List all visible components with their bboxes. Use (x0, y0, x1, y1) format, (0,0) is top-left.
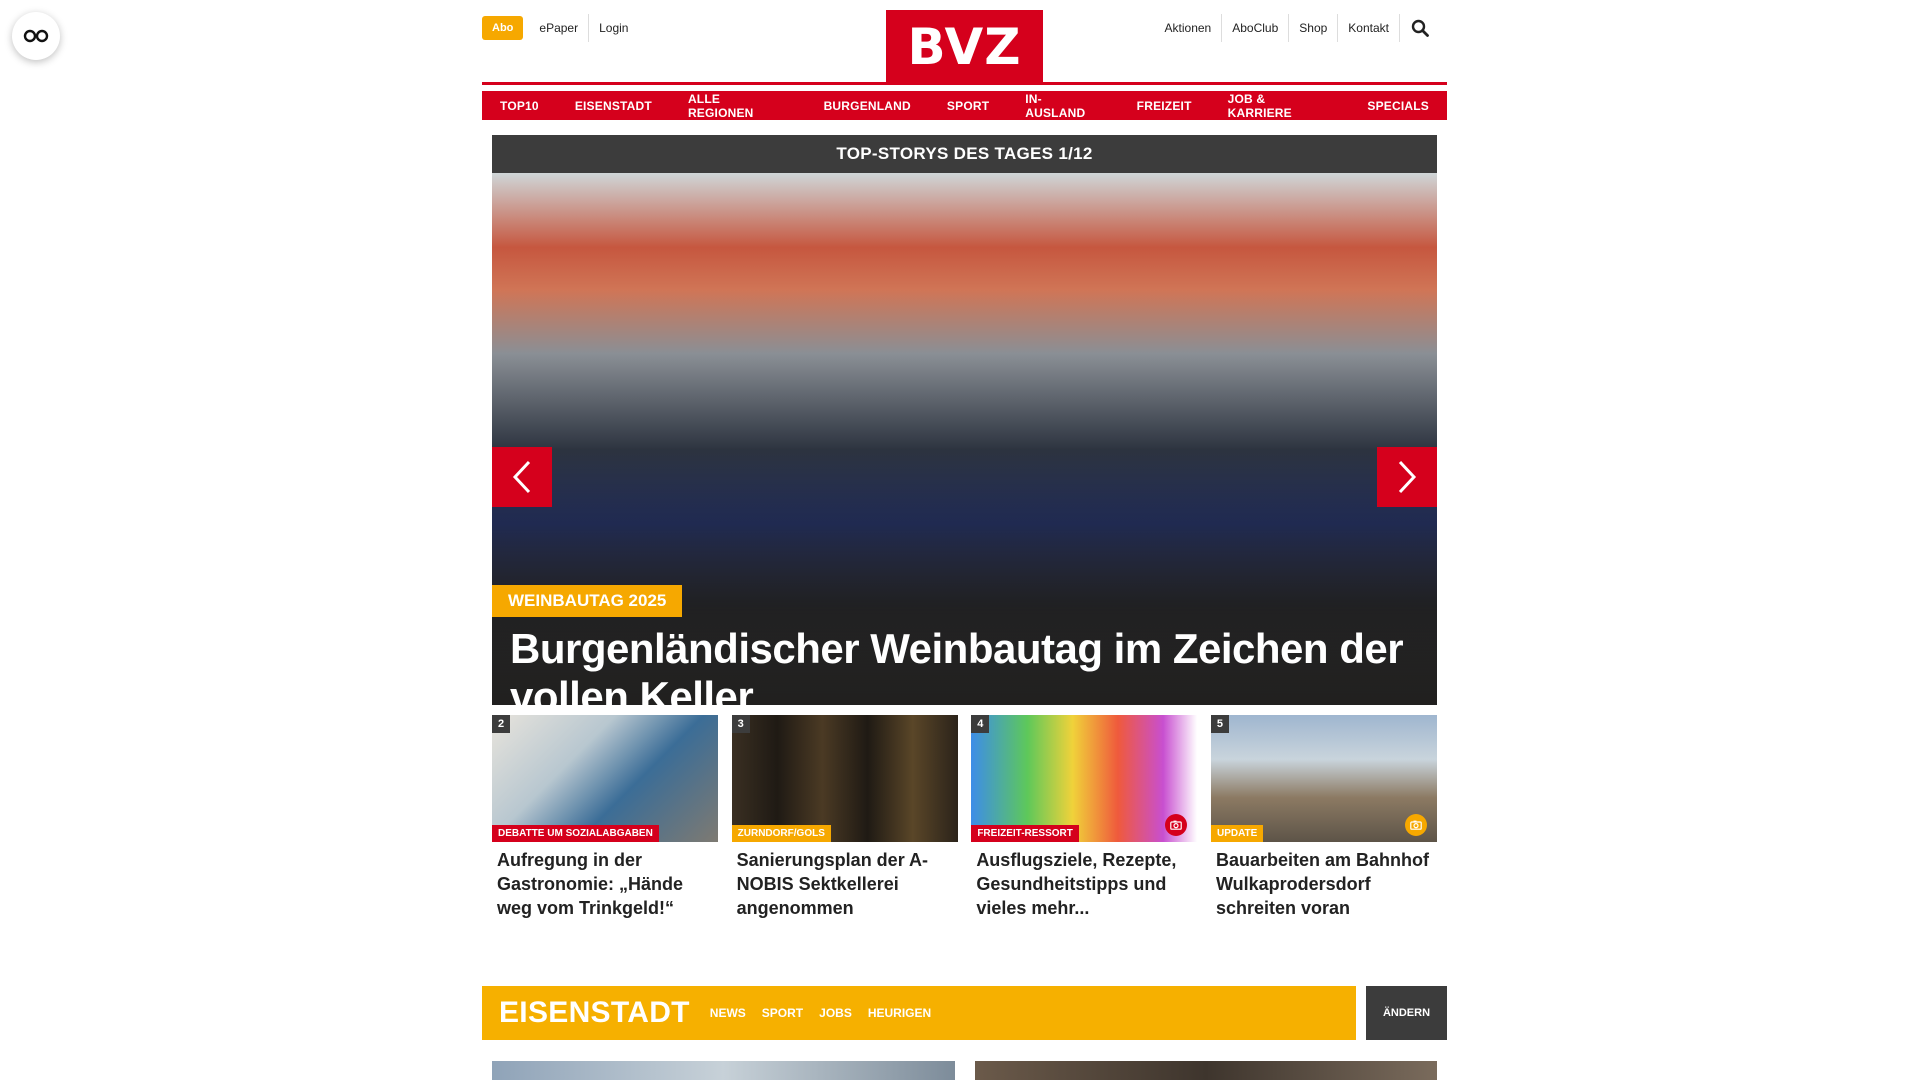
teaser-tag: UPDATE (1210, 825, 1264, 842)
teaser-card[interactable]: 3 ZURNDORF/GOLS Sanierungsplan der A-NOB… (731, 715, 958, 925)
epaper-link[interactable]: ePaper (529, 14, 588, 42)
teaser-card[interactable]: 4 FREIZEIT-RESSORT Ausflugsziele, Rezept… (971, 715, 1198, 925)
teaser-tag: ZURNDORF/GOLS (731, 825, 831, 842)
teaser-card[interactable]: 5 UPDATE Bauarbeiten am Bahnhof Wulkapro… (1210, 715, 1437, 925)
chevron-right-icon (1398, 460, 1417, 494)
teaser-number: 5 (1210, 715, 1229, 733)
header-right-links: Aktionen AboClub Shop Kontakt (1155, 14, 1434, 42)
teaser-title[interactable]: Bauarbeiten am Bahnhof Wulkaprodersdorf … (1216, 848, 1432, 920)
region-article-image[interactable] (492, 1061, 955, 1080)
region-link-news[interactable]: NEWS (710, 1006, 746, 1020)
nav-item-in-ausland[interactable]: IN-AUSLAND (1007, 91, 1119, 120)
region-link-heurigen[interactable]: HEURIGEN (868, 1006, 931, 1020)
slider-next-button[interactable] (1377, 447, 1437, 507)
search-icon (1411, 19, 1429, 37)
nav-item-burgenland[interactable]: BURGENLAND (805, 91, 929, 120)
header-left-links: Abo ePaper Login (482, 14, 638, 42)
region-link-sport[interactable]: SPORT (762, 1006, 803, 1020)
nav-item-job-karriere[interactable]: JOB & KARRIERE (1209, 91, 1350, 120)
main-navigation: TOP10 EISENSTADT ALLE REGIONEN BURGENLAN… (482, 91, 1447, 120)
nav-item-specials[interactable]: SPECIALS (1349, 91, 1447, 120)
teaser-number: 4 (971, 715, 990, 733)
teaser-image[interactable]: 2 DEBATTE UM SOZIALABGABEN (492, 715, 718, 842)
nav-item-top10[interactable]: TOP10 (482, 91, 557, 120)
slider-heading: TOP-STORYS DES TAGES 1/12 (492, 135, 1437, 173)
nav-item-sport[interactable]: SPORT (928, 91, 1008, 120)
accessibility-glasses-icon (23, 29, 49, 43)
gallery-badge (1404, 814, 1427, 836)
story-headline[interactable]: Burgenländischer Weinbautag im Zeichen d… (510, 625, 1410, 705)
teaser-number: 2 (492, 715, 510, 733)
camera-icon (1170, 820, 1183, 830)
teaser-image[interactable]: 5 UPDATE (1210, 715, 1437, 842)
shop-link[interactable]: Shop (1289, 14, 1339, 42)
abo-button[interactable]: Abo (482, 16, 524, 40)
top-story-image[interactable]: WEINBAUTAG 2025 Burgenländischer Weinbau… (492, 173, 1437, 705)
teaser-row: 2 DEBATTE UM SOZIALABGABEN Aufregung in … (492, 715, 1437, 925)
teaser-number: 3 (731, 715, 750, 733)
teaser-title[interactable]: Aufregung in der Gastronomie: „Hände weg… (497, 848, 713, 920)
chevron-left-icon (512, 460, 531, 494)
login-link[interactable]: Login (588, 14, 638, 42)
teaser-card[interactable]: 2 DEBATTE UM SOZIALABGABEN Aufregung in … (492, 715, 718, 925)
region-link-jobs[interactable]: JOBS (819, 1006, 852, 1020)
nav-item-eisenstadt[interactable]: EISENSTADT (556, 91, 670, 120)
accessibility-button[interactable] (12, 12, 60, 60)
teaser-image[interactable]: 4 FREIZEIT-RESSORT (971, 715, 1198, 842)
region-bar: EISENSTADT NEWS SPORT JOBS HEURIGEN (482, 986, 1356, 1040)
gallery-badge (1165, 814, 1188, 836)
teaser-title[interactable]: Sanierungsplan der A-NOBIS Sektkellerei … (737, 848, 953, 920)
teaser-title[interactable]: Ausflugsziele, Rezepte, Gesundheitstipps… (976, 848, 1192, 920)
slider-prev-button[interactable] (492, 447, 552, 507)
bvz-logo[interactable]: BVZ (886, 10, 1043, 84)
nav-item-alle-regionen[interactable]: ALLE REGIONEN (669, 91, 806, 120)
aboclub-link[interactable]: AboClub (1222, 14, 1290, 42)
top-story-slider: TOP-STORYS DES TAGES 1/12 WEINBAUTAG 202… (492, 135, 1437, 705)
aktionen-link[interactable]: Aktionen (1155, 14, 1223, 42)
region-article-image[interactable] (975, 1061, 1437, 1080)
region-title[interactable]: EISENSTADT (499, 996, 690, 1030)
story-kicker: WEINBAUTAG 2025 (492, 585, 683, 617)
camera-icon (1410, 820, 1422, 830)
kontakt-link[interactable]: Kontakt (1338, 14, 1400, 42)
teaser-tag: DEBATTE UM SOZIALABGABEN (492, 825, 659, 842)
change-region-button[interactable]: ÄNDERN (1366, 986, 1447, 1040)
teaser-image[interactable]: 3 ZURNDORF/GOLS (731, 715, 958, 842)
nav-item-freizeit[interactable]: FREIZEIT (1118, 91, 1210, 120)
teaser-tag: FREIZEIT-RESSORT (971, 825, 1079, 842)
search-button[interactable] (1406, 14, 1434, 42)
header-divider (482, 82, 1447, 85)
